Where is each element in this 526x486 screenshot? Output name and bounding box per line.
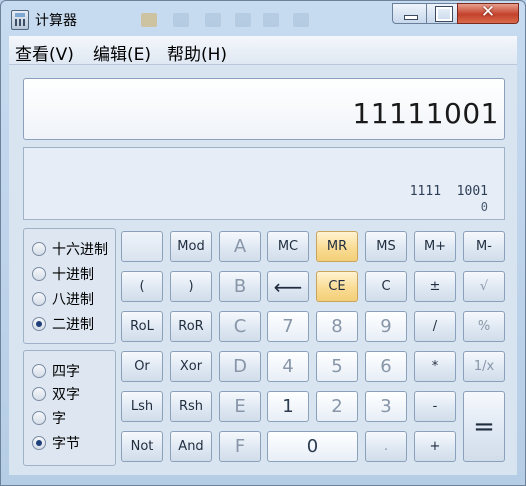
word-size-group: 四字 双字 字 字节 [23, 350, 116, 466]
number-base-group: 十六进制 十进制 八进制 二进制 [23, 228, 116, 344]
sqrt-button[interactable]: √ [463, 271, 505, 302]
radio-oct[interactable]: 八进制 [32, 289, 94, 309]
open-paren-button[interactable]: ( [121, 271, 163, 302]
bit-display-line-2: 0 [480, 200, 488, 214]
digit-8-button[interactable]: 8 [316, 311, 358, 342]
clear-entry-button[interactable]: CE [316, 271, 358, 302]
quick-access-icon [263, 13, 279, 27]
radio-word-label: 字 [52, 411, 66, 427]
radio-dword-indicator[interactable] [32, 387, 46, 401]
digit-5-button[interactable]: 5 [316, 351, 358, 382]
backspace-button[interactable]: ⟵ [267, 271, 309, 302]
window-title: 计算器 [35, 13, 77, 29]
radio-dec[interactable]: 十进制 [32, 264, 94, 284]
lsh-button[interactable]: Lsh [121, 391, 163, 422]
radio-dec-label: 十进制 [52, 267, 94, 283]
digit-4-button[interactable]: 4 [267, 351, 309, 382]
close-button[interactable]: ✕ [457, 2, 519, 24]
digit-2-button[interactable]: 2 [316, 391, 358, 422]
and-button[interactable]: And [170, 431, 212, 462]
ms-button[interactable]: MS [365, 231, 407, 262]
result-display: 11111001 [23, 78, 505, 140]
radio-oct-label: 八进制 [52, 292, 94, 308]
negate-button[interactable]: ± [414, 271, 456, 302]
quick-access-icon [141, 13, 157, 27]
hex-b-button[interactable]: B [219, 271, 261, 302]
radio-qword-indicator[interactable] [32, 364, 46, 378]
bit-display-line-1: 1111 1001 [409, 184, 488, 199]
display-value: 11111001 [352, 97, 499, 130]
maximize-icon [435, 6, 453, 22]
quick-access-icon [235, 13, 251, 27]
menu-view[interactable]: 查看(V) [15, 40, 74, 65]
digit-9-button[interactable]: 9 [365, 311, 407, 342]
reciprocal-button[interactable]: 1/x [463, 351, 505, 382]
radio-dword[interactable]: 双字 [32, 384, 80, 404]
blank-button[interactable] [121, 231, 163, 262]
quick-access-icon [293, 13, 309, 27]
not-button[interactable]: Not [121, 431, 163, 462]
radio-qword[interactable]: 四字 [32, 361, 80, 381]
mr-button[interactable]: MR [316, 231, 358, 262]
menu-bar: 查看(V) 编辑(E) 帮助(H) [9, 36, 517, 65]
radio-hex-indicator[interactable] [32, 242, 46, 256]
radio-bin[interactable]: 二进制 [32, 314, 94, 334]
hex-e-button[interactable]: E [219, 391, 261, 422]
radio-bin-label: 二进制 [52, 317, 94, 333]
clear-button[interactable]: C [365, 271, 407, 302]
digit-6-button[interactable]: 6 [365, 351, 407, 382]
or-button[interactable]: Or [121, 351, 163, 382]
radio-dword-label: 双字 [52, 387, 80, 403]
quick-access-icon [173, 13, 189, 27]
radio-hex-label: 十六进制 [52, 242, 108, 258]
radio-word-indicator[interactable] [32, 411, 46, 425]
subtract-button[interactable]: - [414, 391, 456, 422]
mc-button[interactable]: MC [267, 231, 309, 262]
mod-button[interactable]: Mod [170, 231, 212, 262]
maximize-button[interactable] [426, 3, 459, 24]
digit-3-button[interactable]: 3 [365, 391, 407, 422]
hex-a-button[interactable]: A [219, 231, 261, 262]
rsh-button[interactable]: Rsh [170, 391, 212, 422]
close-paren-button[interactable]: ) [170, 271, 212, 302]
radio-bin-indicator[interactable] [32, 317, 46, 331]
minimize-icon [404, 15, 418, 20]
radio-byte-label: 字节 [52, 436, 80, 452]
xor-button[interactable]: Xor [170, 351, 212, 382]
rol-button[interactable]: RoL [121, 311, 163, 342]
radio-byte[interactable]: 字节 [32, 433, 80, 453]
close-icon: ✕ [480, 2, 496, 22]
m-minus-button[interactable]: M- [463, 231, 505, 262]
title-bar[interactable]: 计算器 ✕ [1, 1, 525, 35]
radio-dec-indicator[interactable] [32, 267, 46, 281]
calculator-window: 计算器 ✕ 查看(V) 编辑(E) 帮助(H) 11111001 1111 10… [0, 0, 526, 486]
menu-help[interactable]: 帮助(H) [167, 40, 227, 65]
m-plus-button[interactable]: M+ [414, 231, 456, 262]
hex-f-button[interactable]: F [219, 431, 261, 462]
radio-byte-indicator[interactable] [32, 436, 46, 450]
calculator-body: 11111001 1111 1001 0 十六进制 十进制 八进制 二进制 四字… [9, 65, 517, 475]
minimize-button[interactable] [392, 3, 428, 24]
calculator-app-icon[interactable] [11, 10, 29, 30]
digit-1-button[interactable]: 1 [267, 391, 309, 422]
ror-button[interactable]: RoR [170, 311, 212, 342]
radio-qword-label: 四字 [52, 364, 80, 380]
radio-oct-indicator[interactable] [32, 292, 46, 306]
digit-0-button[interactable]: 0 [267, 431, 358, 462]
equals-button[interactable]: = [463, 391, 505, 462]
multiply-button[interactable]: * [414, 351, 456, 382]
menu-edit[interactable]: 编辑(E) [93, 40, 151, 65]
bit-display: 1111 1001 0 [23, 147, 505, 220]
quick-access-icon [205, 13, 221, 27]
hex-d-button[interactable]: D [219, 351, 261, 382]
decimal-button[interactable]: . [365, 431, 407, 462]
digit-7-button[interactable]: 7 [267, 311, 309, 342]
radio-word[interactable]: 字 [32, 408, 66, 428]
radio-hex[interactable]: 十六进制 [32, 239, 108, 259]
divide-button[interactable]: / [414, 311, 456, 342]
hex-c-button[interactable]: C [219, 311, 261, 342]
percent-button[interactable]: % [463, 311, 505, 342]
add-button[interactable]: + [414, 431, 456, 462]
